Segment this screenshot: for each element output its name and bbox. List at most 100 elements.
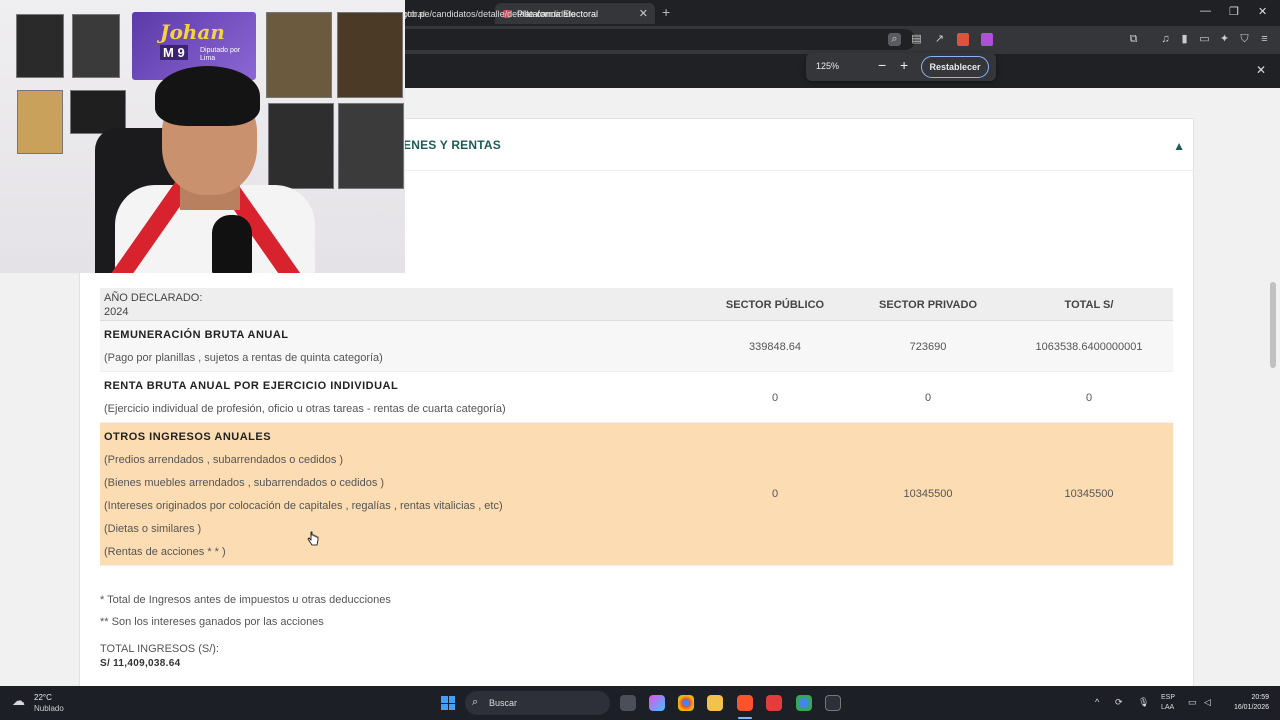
chrome-icon[interactable]: [678, 695, 694, 711]
section-title[interactable]: ENES Y RENTAS: [403, 138, 501, 152]
file-explorer-icon[interactable]: [707, 695, 723, 711]
share-icon[interactable]: ↗: [933, 33, 946, 46]
header-public-sector: SECTOR PÚBLICO: [725, 299, 825, 311]
zoom-level: 125%: [816, 61, 840, 71]
cell-public: 0: [771, 392, 779, 404]
collapse-arrow-icon[interactable]: ▲: [1173, 139, 1185, 153]
microphone: [212, 215, 252, 273]
sidebar-icon[interactable]: ▮: [1178, 33, 1191, 46]
close-icon[interactable]: ✕: [1256, 63, 1266, 77]
scrollbar-thumb[interactable]: [1270, 282, 1276, 368]
app-icon[interactable]: [825, 695, 841, 711]
poster-image: [337, 12, 403, 98]
keyboard-layout[interactable]: LAA: [1161, 704, 1174, 711]
row-subtitle: (Bienes muebles arrendados , subarrendad…: [104, 477, 385, 489]
url-text[interactable]: gob.pe/candidatos/detalle/detalle-candid…: [402, 9, 576, 19]
new-tab-icon[interactable]: +: [662, 4, 670, 20]
network-icon[interactable]: ▭: [1188, 697, 1197, 708]
zoom-popup: 125% − + Restablecer: [806, 53, 996, 81]
chrome-alt-icon[interactable]: [796, 695, 812, 711]
header-total: TOTAL S/: [1064, 299, 1114, 311]
row-subtitle: (Ejercicio individual de profesión, ofic…: [104, 403, 506, 415]
income-table: AÑO DECLARADO: 2024 SECTOR PÚBLICO SECTO…: [100, 288, 1173, 566]
maximize-icon[interactable]: ❐: [1229, 5, 1239, 18]
row-title: OTROS INGRESOS ANUALES: [104, 431, 272, 443]
weather-temperature[interactable]: 22°C: [34, 693, 52, 702]
search-placeholder: Buscar: [489, 698, 518, 708]
cell-public: 0: [771, 488, 779, 500]
cell-private: 0: [924, 392, 932, 404]
cell-total: 1063538.6400000001: [1035, 341, 1143, 353]
declared-year-label: AÑO DECLARADO:: [104, 292, 203, 304]
leo-ai-icon[interactable]: ✦: [1218, 33, 1231, 46]
footnote: * Total de Ingresos antes de impuestos u…: [100, 594, 391, 606]
search-icon: ⌕: [472, 696, 479, 708]
active-app-indicator: [738, 717, 752, 719]
poster-image: [17, 90, 63, 154]
person-hair: [155, 66, 260, 126]
poster-image: [266, 12, 332, 98]
window-close-icon[interactable]: ✕: [1258, 5, 1267, 18]
language-indicator[interactable]: ESP: [1161, 694, 1175, 701]
cell-private: 723690: [909, 341, 947, 353]
table-row: RENTA BRUTA ANUAL POR EJERCICIO INDIVIDU…: [100, 372, 1173, 423]
sync-icon[interactable]: ⟳: [1115, 697, 1123, 708]
brave-shields-icon[interactable]: [957, 33, 969, 46]
scrollbar[interactable]: [1268, 88, 1280, 686]
copilot-icon[interactable]: [649, 695, 665, 711]
cell-total: 0: [1085, 392, 1093, 404]
webcam-overlay: Johan M 9 Diputado por Lima: [0, 0, 405, 273]
cast-icon[interactable]: ⧉: [1127, 33, 1140, 46]
weather-condition[interactable]: Nublado: [34, 704, 64, 713]
table-header: AÑO DECLARADO: 2024 SECTOR PÚBLICO SECTO…: [100, 288, 1173, 321]
address-bar[interactable]: [395, 29, 915, 50]
footnote: ** Son los intereses ganados por las acc…: [100, 616, 324, 628]
row-subtitle: (Intereses originados por colocación de …: [104, 500, 503, 512]
row-title: RENTA BRUTA ANUAL POR EJERCICIO INDIVIDU…: [104, 380, 399, 392]
zoom-in-button[interactable]: +: [900, 57, 908, 73]
vpn-icon[interactable]: ⛉: [1238, 33, 1251, 46]
zoom-reset-button[interactable]: Restablecer: [921, 56, 989, 78]
poster-image: [72, 14, 120, 78]
zoom-out-button[interactable]: −: [878, 57, 886, 73]
reader-mode-icon[interactable]: ▤: [910, 33, 923, 46]
zoom-icon[interactable]: ⌕: [888, 33, 901, 46]
task-view-icon[interactable]: [620, 695, 636, 711]
cell-public: 339848.64: [749, 341, 801, 353]
minimize-icon[interactable]: —: [1200, 5, 1211, 17]
row-subtitle: (Rentas de acciones * * ): [104, 546, 226, 558]
table-row: REMUNERACIÓN BRUTA ANUAL (Pago por plani…: [100, 321, 1173, 372]
clock-time[interactable]: 20:59: [1233, 694, 1269, 701]
media-icon[interactable]: ♫: [1159, 33, 1172, 46]
volume-icon[interactable]: ◁: [1204, 697, 1211, 708]
poster-image: [338, 103, 404, 189]
hand-cursor-icon: [307, 531, 319, 546]
tray-expand-icon[interactable]: ^: [1095, 697, 1099, 707]
banner-badge: M 9: [160, 45, 188, 60]
poster-image: [16, 14, 64, 78]
brave-icon[interactable]: [737, 695, 753, 711]
declared-year-value: 2024: [104, 306, 129, 318]
clock-date[interactable]: 16/01/2026: [1226, 704, 1269, 711]
row-subtitle: (Dietas o similares ): [104, 523, 202, 535]
microphone-icon[interactable]: 🎙: [1138, 697, 1149, 708]
brave-rewards-icon[interactable]: [981, 33, 993, 46]
windows-taskbar: ☁ 22°C Nublado ⌕ Buscar ^ ⟳ 🎙 ESP LAA ▭ …: [0, 686, 1280, 720]
close-tab-icon[interactable]: ✕: [639, 7, 648, 20]
windows-start-icon[interactable]: [441, 696, 455, 710]
recorder-icon[interactable]: [766, 695, 782, 711]
row-subtitle: (Pago por planillas , sujetos a rentas d…: [104, 352, 383, 364]
row-subtitle: (Predios arrendados , subarrendados o ce…: [104, 454, 344, 466]
poster-image: [268, 103, 334, 189]
banner-name: Johan: [160, 20, 225, 44]
cell-total: 10345500: [1064, 488, 1114, 500]
row-title: REMUNERACIÓN BRUTA ANUAL: [104, 329, 289, 341]
total-income-value: S/ 11,409,038.64: [100, 658, 181, 669]
total-income-label: TOTAL INGRESOS (S/):: [100, 643, 219, 655]
menu-icon[interactable]: ≡: [1258, 33, 1271, 46]
table-row: OTROS INGRESOS ANUALES (Predios arrendad…: [100, 423, 1173, 566]
taskbar-search[interactable]: [465, 691, 610, 715]
header-private-sector: SECTOR PRIVADO: [879, 299, 977, 311]
weather-icon[interactable]: ☁: [12, 693, 25, 709]
wallet-icon[interactable]: ▭: [1198, 33, 1211, 46]
